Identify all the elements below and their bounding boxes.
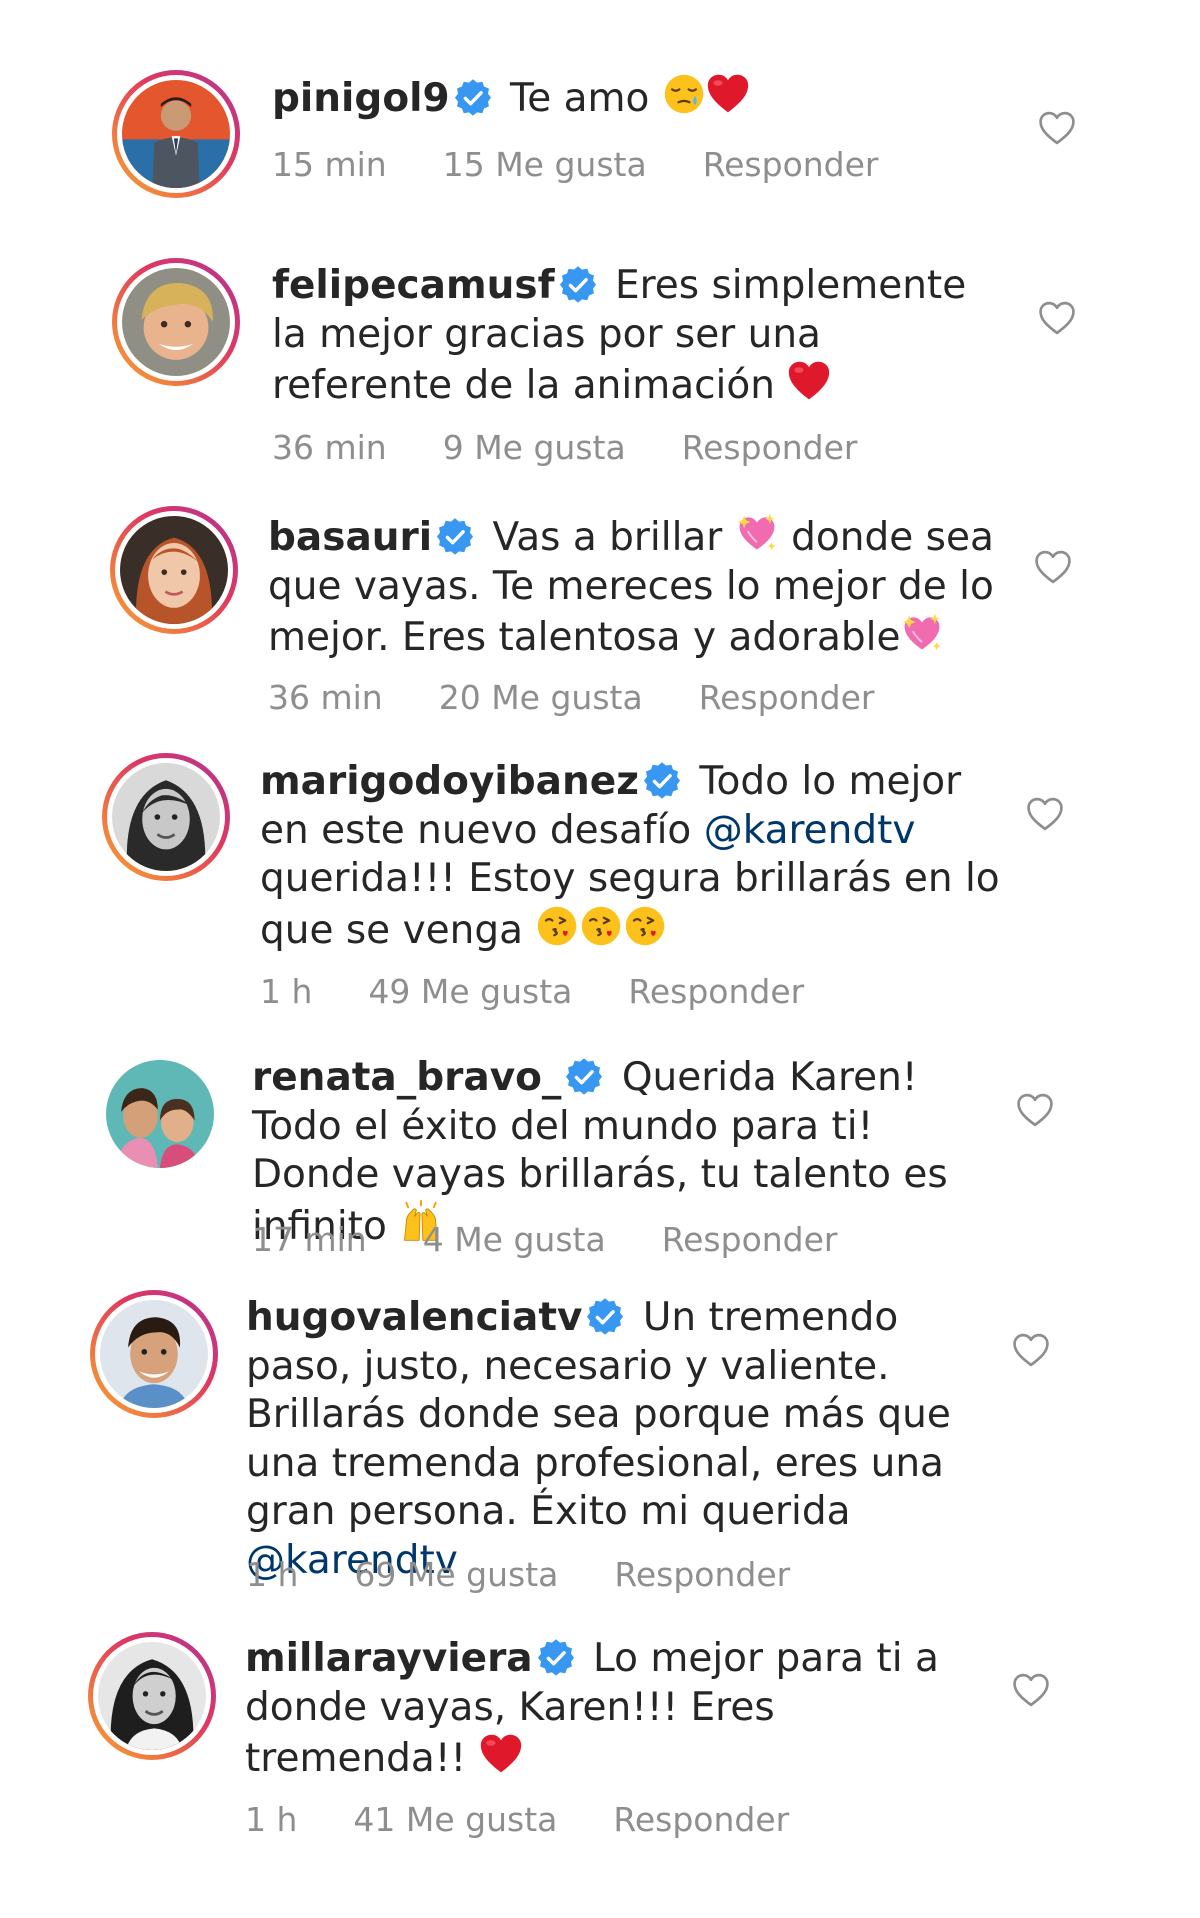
sleepy-face-emoji-icon (662, 72, 706, 116)
red-heart-emoji-icon (706, 72, 750, 116)
comment-meta: 15 min 15 Me gusta Responder (272, 145, 879, 184)
like-heart-icon[interactable] (1038, 300, 1076, 336)
sparkling-heart-emoji-icon (900, 611, 944, 655)
comment-meta: 36 min 9 Me gusta Responder (272, 428, 858, 467)
like-heart-icon[interactable] (1016, 1092, 1054, 1128)
likes-count[interactable]: 15 Me gusta (443, 145, 647, 184)
reply-button[interactable]: Responder (662, 1220, 838, 1259)
avatar-story-ring[interactable] (112, 258, 240, 386)
avatar-story-ring[interactable] (112, 70, 240, 198)
reply-button[interactable]: Responder (628, 972, 804, 1011)
likes-count[interactable]: 9 Me gusta (443, 428, 626, 467)
likes-count[interactable]: 49 Me gusta (368, 972, 572, 1011)
red-heart-emoji-icon (479, 1732, 523, 1776)
like-heart-icon[interactable] (1038, 110, 1076, 146)
username[interactable]: pinigol9 (272, 76, 450, 121)
comment-time: 36 min (272, 428, 387, 467)
reply-button[interactable]: Responder (682, 428, 858, 467)
red-heart-emoji-icon (787, 359, 831, 403)
comment-time: 17 min (252, 1220, 367, 1259)
likes-count[interactable]: 41 Me gusta (353, 1800, 557, 1839)
sparkling-heart-emoji-icon (735, 511, 779, 555)
comment-body: Te amo (510, 76, 650, 121)
verified-badge-icon (643, 762, 681, 800)
avatar[interactable] (106, 1060, 214, 1168)
kissing-face-emoji-icon (535, 904, 579, 948)
username[interactable]: renata_bravo_ (252, 1055, 561, 1100)
comment-time: 1 h (260, 972, 313, 1011)
username[interactable]: hugovalenciatv (246, 1295, 582, 1340)
comment-meta: 36 min 20 Me gusta Responder (268, 678, 875, 717)
comment-text: felipecamusf Eres simplemente la mejor g… (272, 262, 1012, 411)
reply-button[interactable]: Responder (614, 1555, 790, 1594)
username[interactable]: basauri (268, 515, 432, 560)
avatar-story-ring[interactable] (102, 753, 230, 881)
verified-badge-icon (454, 79, 492, 117)
likes-count[interactable]: 20 Me gusta (439, 678, 643, 717)
comment-time: 15 min (272, 145, 387, 184)
verified-badge-icon (537, 1639, 575, 1677)
avatar[interactable] (100, 1300, 208, 1408)
comment-text: basauri Vas a brillar donde sea que vaya… (268, 511, 1008, 663)
avatar[interactable] (112, 763, 220, 871)
avatar[interactable] (120, 516, 228, 624)
reply-button[interactable]: Responder (703, 145, 879, 184)
comment-time: 1 h (245, 1800, 298, 1839)
comment-text: pinigol9 Te amo (272, 72, 1012, 124)
comment-text: hugovalenciatv Un tremendo paso, justo, … (246, 1294, 986, 1585)
avatar[interactable] (98, 1642, 206, 1750)
like-heart-icon[interactable] (1012, 1672, 1050, 1708)
kissing-face-emoji-icon (579, 904, 623, 948)
avatar[interactable] (122, 268, 230, 376)
comment-body-part-1: Vas a brillar (492, 515, 723, 560)
like-heart-icon[interactable] (1034, 549, 1072, 585)
like-heart-icon[interactable] (1012, 1332, 1050, 1368)
avatar-container[interactable] (96, 1050, 224, 1178)
avatar-story-ring[interactable] (110, 506, 238, 634)
avatar-story-ring[interactable] (90, 1290, 218, 1418)
comment-meta: 17 min 4 Me gusta Responder (252, 1220, 838, 1259)
avatar-story-ring[interactable] (88, 1632, 216, 1760)
comment-meta: 1 h 41 Me gusta Responder (245, 1800, 789, 1839)
comment-time: 1 h (246, 1555, 299, 1594)
username[interactable]: felipecamusf (272, 263, 555, 308)
like-heart-icon[interactable] (1026, 796, 1064, 832)
verified-badge-icon (565, 1058, 603, 1096)
comment-meta: 1 h 49 Me gusta Responder (260, 972, 804, 1011)
comment-text: marigodoyibanez Todo lo mejor en este nu… (260, 758, 1000, 955)
verified-badge-icon (586, 1298, 624, 1336)
comment-time: 36 min (268, 678, 383, 717)
reply-button[interactable]: Responder (699, 678, 875, 717)
username[interactable]: marigodoyibanez (260, 759, 639, 804)
comment-text: millarayviera Lo mejor para ti a donde v… (245, 1635, 985, 1784)
kissing-face-emoji-icon (623, 904, 667, 948)
likes-count[interactable]: 4 Me gusta (423, 1220, 606, 1259)
username[interactable]: millarayviera (245, 1636, 533, 1681)
verified-badge-icon (436, 518, 474, 556)
reply-button[interactable]: Responder (613, 1800, 789, 1839)
verified-badge-icon (559, 266, 597, 304)
comment-meta: 1 h 69 Me gusta Responder (246, 1555, 790, 1594)
avatar[interactable] (122, 80, 230, 188)
mention-link[interactable]: @karendtv (704, 808, 916, 853)
likes-count[interactable]: 69 Me gusta (354, 1555, 558, 1594)
